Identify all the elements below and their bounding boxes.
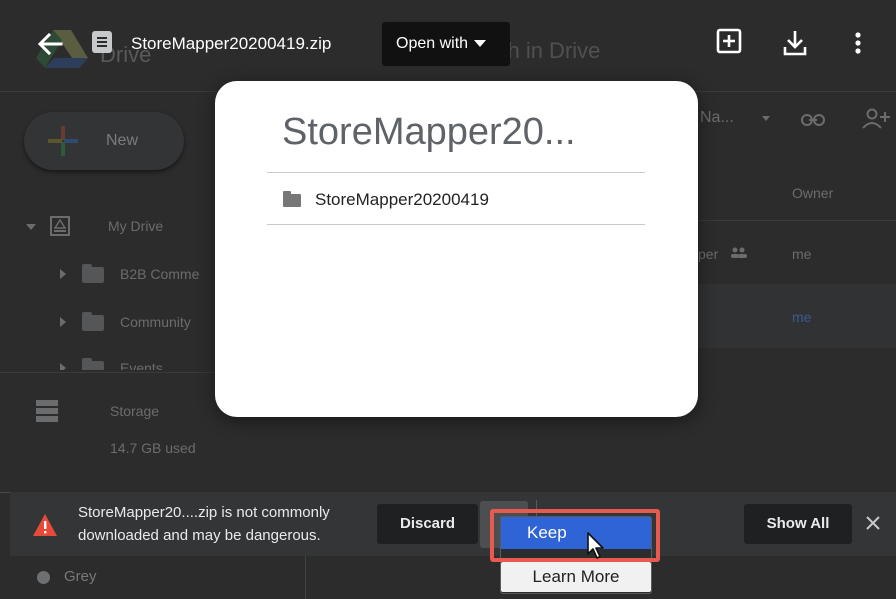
zip-preview-card: StoreMapper20... StoreMapper20200419: [215, 81, 698, 417]
discard-button[interactable]: Discard: [377, 504, 478, 544]
list-cell-owner: me: [792, 246, 812, 262]
list-cell-name: per: [698, 246, 719, 262]
label-item-grey[interactable]: Grey: [0, 556, 306, 599]
my-drive-icon: [50, 216, 70, 236]
preview-title: StoreMapper20...: [282, 111, 576, 153]
mouse-cursor-icon: [587, 532, 604, 559]
folder-icon: [283, 191, 301, 207]
annotation-highlight-box: [490, 509, 660, 562]
warning-icon: [33, 514, 57, 536]
preview-folder-name: StoreMapper20200419: [315, 190, 489, 209]
link-icon[interactable]: [800, 110, 826, 130]
list-header-owner[interactable]: Owner: [792, 185, 833, 201]
sort-caret-icon: [762, 116, 770, 121]
dropdown-arrow-icon: [474, 40, 487, 48]
storage-icon: [36, 400, 58, 422]
sidebar-label: Events: [120, 360, 163, 370]
zip-file-icon: [92, 31, 112, 53]
file-viewer-bar: StoreMapper20200419.zip Open with: [0, 0, 896, 92]
list-cell-owner: me: [792, 309, 812, 325]
show-all-button[interactable]: Show All: [744, 504, 852, 544]
warning-line: downloaded and may be dangerous.: [78, 527, 321, 544]
more-vert-icon[interactable]: [842, 26, 874, 60]
label-name: Grey: [64, 568, 97, 585]
list-header-name[interactable]: Na...: [700, 109, 734, 127]
folder-icon: [82, 264, 104, 283]
new-button-label: New: [106, 132, 139, 149]
storage-label: Storage: [110, 403, 160, 419]
download-shelf: StoreMapper20....zip is not commonly dow…: [10, 492, 896, 556]
warning-line: StoreMapper20....zip is not commonly: [78, 504, 330, 521]
sidebar-label: B2B Comme: [120, 266, 200, 282]
preview-divider: [267, 224, 645, 225]
caret-right-icon: [60, 317, 66, 327]
open-with-button[interactable]: Open with: [382, 22, 510, 66]
plus-icon: [48, 126, 78, 156]
sidebar-label: My Drive: [108, 218, 164, 234]
caret-right-icon: [60, 269, 66, 279]
shared-people-icon: [731, 247, 747, 258]
color-dot-icon: [37, 571, 50, 584]
close-icon[interactable]: [866, 516, 880, 530]
download-icon[interactable]: [780, 26, 812, 60]
caret-right-icon: [60, 363, 66, 370]
list-divider: [690, 220, 896, 221]
add-person-icon[interactable]: [862, 108, 892, 130]
add-shortcut-icon[interactable]: [714, 26, 746, 60]
learn-more-menu-item[interactable]: Learn More: [501, 562, 651, 592]
download-warning-text: StoreMapper20....zip is not commonly dow…: [78, 501, 330, 547]
sidebar-label: Community: [120, 314, 191, 330]
new-button[interactable]: New: [24, 112, 184, 170]
back-arrow-icon[interactable]: [34, 28, 66, 60]
preview-folder-row[interactable]: StoreMapper20200419: [267, 173, 645, 225]
caret-down-icon: [26, 224, 36, 230]
open-with-label: Open with: [396, 35, 469, 52]
folder-icon: [82, 312, 104, 331]
storage-used: 14.7 GB used: [110, 440, 196, 456]
file-title: StoreMapper20200419.zip: [131, 34, 332, 53]
folder-icon: [82, 358, 104, 370]
